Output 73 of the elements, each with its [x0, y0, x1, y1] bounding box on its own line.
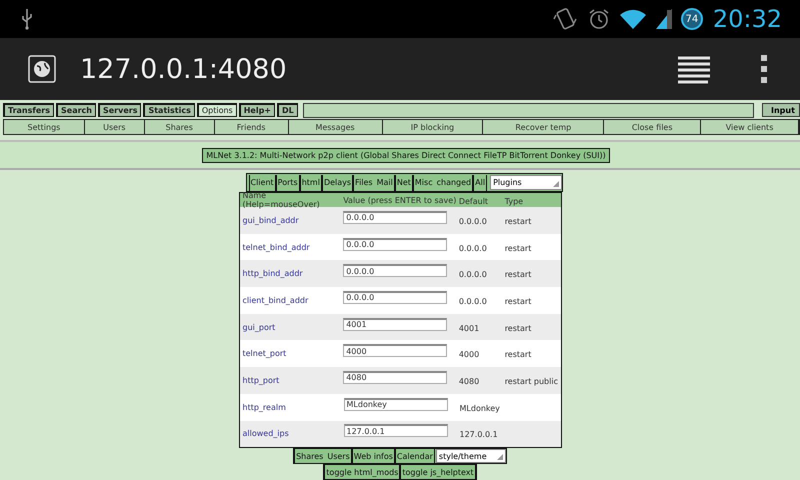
- bottom-tab[interactable]: Shares Users: [294, 449, 352, 464]
- wifi-icon: [618, 8, 647, 30]
- column-header: Name (Help=mouseOver): [242, 191, 321, 209]
- option-name-link[interactable]: client_bind_addr: [240, 296, 344, 305]
- bottom-tab[interactable]: Web infos: [352, 449, 395, 464]
- value-field[interactable]: 127.0.0.1: [344, 424, 448, 438]
- value-field[interactable]: 0.0.0.0: [343, 264, 448, 278]
- type-cell-text: restart: [504, 242, 532, 253]
- default-cell-text: 0.0.0.0: [458, 242, 488, 253]
- column-header: Default: [458, 196, 490, 206]
- option-name-link[interactable]: telnet_port: [240, 349, 344, 358]
- default-cell-text: 4000: [458, 349, 480, 360]
- nav-tab[interactable]: Help+: [238, 103, 276, 117]
- toggle-button[interactable]: toggle js_helptext: [400, 465, 476, 480]
- type-cell-text: restart public: [504, 376, 559, 386]
- vibrate-icon: [552, 7, 579, 31]
- clock-time: 20:32: [712, 5, 782, 33]
- type-cell-text: restart: [504, 349, 532, 360]
- nav-tab[interactable]: DL: [277, 103, 298, 117]
- option-name-link[interactable]: gui_port: [240, 322, 344, 332]
- input-button[interactable]: Input: [762, 103, 800, 117]
- option-tab[interactable]: Net: [394, 174, 413, 190]
- tabs-icon[interactable]: [676, 54, 712, 84]
- default-cell-text: 0.0.0.0: [458, 216, 488, 226]
- value-field[interactable]: 0.0.0.0: [343, 238, 448, 251]
- toggle-button[interactable]: toggle html_mods: [324, 465, 400, 480]
- value-field[interactable]: 4080: [343, 370, 448, 384]
- nav-tab[interactable]: Options: [196, 103, 237, 117]
- theme-select[interactable]: style/theme: [436, 449, 506, 464]
- bottom-tab[interactable]: Calendar: [394, 449, 435, 464]
- option-tab[interactable]: Delays: [322, 174, 354, 190]
- default-cell-text: 127.0.0.1: [460, 429, 499, 440]
- default-cell-text: 0.0.0.0: [458, 269, 488, 280]
- column-header: Value (press ENTER to save): [343, 196, 458, 204]
- type-cell-text: restart: [504, 269, 532, 280]
- value-field[interactable]: 0.0.0.0: [343, 210, 448, 224]
- option-name-link[interactable]: http_realm: [240, 402, 344, 412]
- default-cell-text: 4080: [458, 376, 480, 386]
- default-cell-text: 4001: [458, 322, 480, 333]
- option-name-link[interactable]: telnet_bind_addr: [240, 242, 344, 252]
- type-cell-text: restart: [504, 296, 532, 306]
- usb-icon: [20, 8, 34, 30]
- option-tab[interactable]: Ports: [276, 174, 300, 190]
- option-tab[interactable]: Client: [248, 174, 276, 190]
- nav-tab[interactable]: Servers: [98, 103, 142, 117]
- default-cell-text: 0.0.0.0: [458, 296, 488, 306]
- signal-icon: [654, 8, 673, 30]
- plugins-select[interactable]: Plugins: [490, 175, 562, 190]
- value-field[interactable]: 4000: [343, 344, 448, 358]
- menu-icon[interactable]: [760, 54, 768, 84]
- default-cell-text: MLdonkey: [460, 402, 501, 413]
- option-name-link[interactable]: http_bind_addr: [240, 269, 344, 278]
- url-text[interactable]: 127.0.0.1:4080: [80, 54, 287, 84]
- value-field[interactable]: MLdonkey: [344, 398, 448, 411]
- battery-indicator: 74: [680, 8, 703, 30]
- nav-tab[interactable]: Search: [56, 103, 96, 117]
- type-cell-text: restart: [504, 216, 532, 226]
- command-field[interactable]: [302, 102, 754, 118]
- option-tab[interactable]: html: [300, 174, 322, 190]
- nav-tab[interactable]: Statistics: [143, 103, 195, 117]
- option-tab[interactable]: Files Mail: [353, 174, 395, 190]
- column-header: Type: [504, 196, 524, 206]
- version-banner: MLNet 3.1.2: Multi-Network p2p client (Global Shares Direct Connect FileTP BitTorrent Donkey (SUI)): [202, 148, 610, 162]
- value-field[interactable]: 0.0.0.0: [343, 290, 448, 304]
- option-name-link[interactable]: http_port: [240, 376, 344, 385]
- nav-tab[interactable]: Transfers: [3, 103, 54, 117]
- option-tab[interactable]: Misc changed: [412, 174, 474, 190]
- option-name-link[interactable]: gui_bind_addr: [240, 216, 344, 225]
- alarm-clock-icon: [586, 7, 611, 31]
- type-cell-text: restart: [504, 322, 532, 333]
- value-field[interactable]: 4001: [343, 318, 448, 331]
- option-name-link[interactable]: allowed_ips: [240, 429, 344, 438]
- option-tab[interactable]: All: [473, 174, 488, 190]
